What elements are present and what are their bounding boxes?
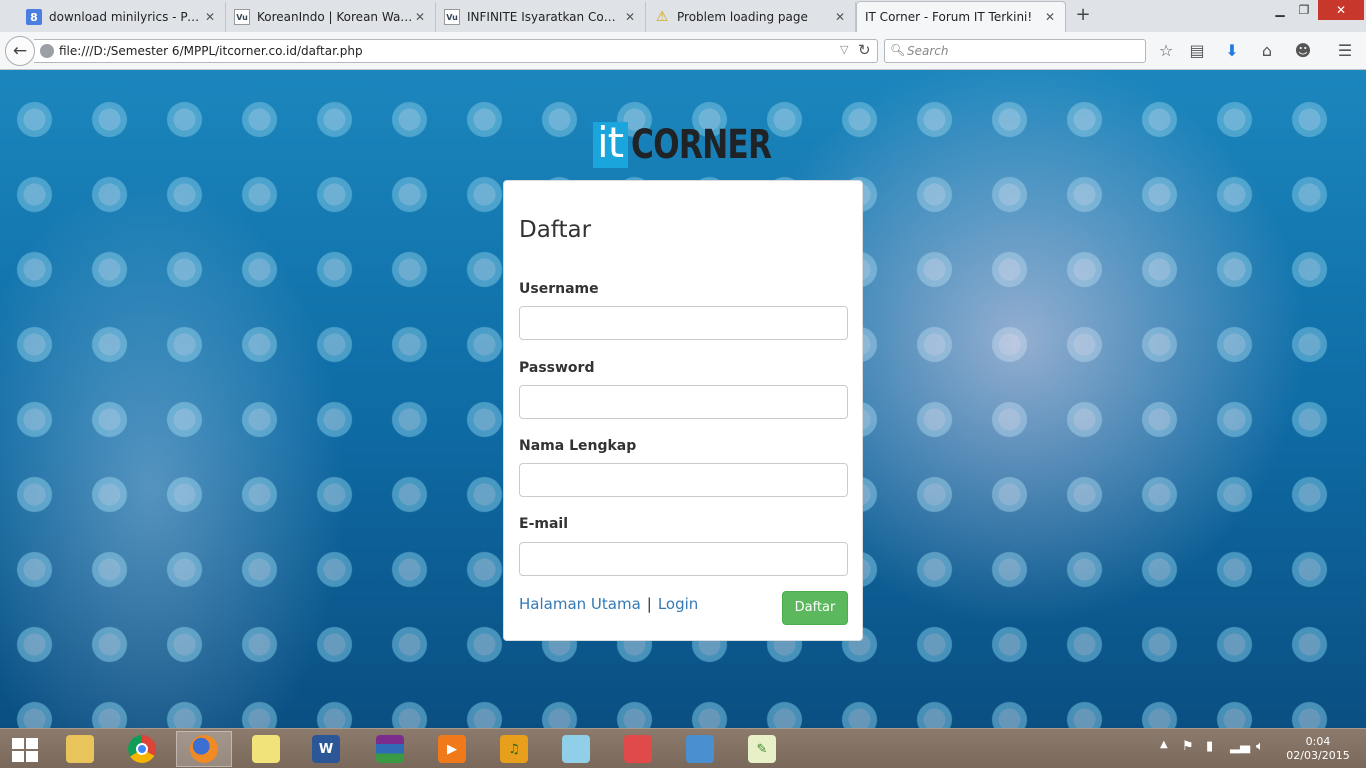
google-g-icon: 8	[26, 9, 42, 25]
password-label: Password	[519, 360, 595, 376]
vu-icon: Vu	[234, 9, 250, 25]
search-input[interactable]	[907, 43, 1137, 59]
close-window-icon[interactable]: ✕	[1318, 0, 1364, 20]
back-arrow-icon: ←	[12, 41, 28, 61]
close-tab-icon[interactable]: ✕	[833, 10, 847, 24]
power-icon[interactable]: ▮	[1206, 739, 1213, 754]
page-background: it CORNER Daftar Username Password Nama …	[0, 70, 1366, 728]
register-form-card: Daftar Username Password Nama Lengkap E-…	[503, 180, 863, 641]
paint-icon[interactable]	[610, 731, 666, 767]
winrar-icon[interactable]	[362, 731, 418, 767]
clock-date: 02/03/2015	[1286, 749, 1350, 762]
windows-start-icon[interactable]	[8, 736, 40, 762]
windows-taskbar: W ▶ ♫ ✎ ▲ ⚑ ▮ ▂▄ 🔈︎ 0:04 02/03/2015	[0, 728, 1366, 768]
reading-list-icon[interactable]: ▤	[1186, 40, 1208, 62]
itcorner-logo[interactable]: it CORNER	[593, 122, 811, 168]
chrome-icon[interactable]	[114, 731, 170, 767]
notepad-icon[interactable]	[548, 731, 604, 767]
downloads-icon[interactable]: ⬇	[1221, 40, 1243, 62]
email-label: E-mail	[519, 516, 569, 532]
firefox-icon[interactable]	[176, 731, 232, 767]
warning-icon: ⚠	[655, 9, 669, 25]
photo-viewer-icon[interactable]	[672, 731, 728, 767]
file-explorer-icon[interactable]	[52, 731, 108, 767]
url-bar[interactable]: file:///D:/Semester 6/MPPL/itcorner.co.i…	[34, 39, 878, 63]
logo-it: it	[593, 122, 629, 168]
fullname-field[interactable]	[519, 463, 848, 497]
browser-tab-strip: 8 download minilyrics - Pen... ✕ Vu Kore…	[0, 0, 1366, 32]
search-bar[interactable]: 🔍︎	[884, 39, 1146, 63]
restore-icon[interactable]: ❐	[1292, 0, 1316, 20]
editor-icon[interactable]: ✎	[734, 731, 790, 767]
link-separator: |	[646, 595, 652, 613]
home-link[interactable]: Halaman Utama	[519, 595, 641, 613]
history-dropdown-icon[interactable]: ▽	[840, 43, 848, 56]
logo-corner: CORNER	[631, 122, 772, 168]
word-icon[interactable]: W	[298, 731, 354, 767]
music-player-icon[interactable]: ♫	[486, 731, 542, 767]
browser-tab[interactable]: ⚠ Problem loading page ✕	[646, 2, 856, 32]
search-icon: 🔍︎	[890, 43, 906, 57]
url-text[interactable]: file:///D:/Semester 6/MPPL/itcorner.co.i…	[59, 44, 363, 58]
menu-icon[interactable]: ☰	[1334, 40, 1356, 62]
login-link[interactable]: Login	[658, 595, 698, 613]
system-clock[interactable]: 0:04 02/03/2015	[1284, 735, 1352, 763]
back-button[interactable]: ←	[5, 36, 35, 66]
close-tab-icon[interactable]: ✕	[413, 10, 427, 24]
new-tab-icon[interactable]: +	[1072, 4, 1094, 26]
close-tab-icon[interactable]: ✕	[203, 10, 217, 24]
email-field[interactable]	[519, 542, 848, 576]
globe-icon	[40, 44, 54, 58]
browser-nav-bar: file:///D:/Semester 6/MPPL/itcorner.co.i…	[0, 32, 1366, 70]
browser-tab[interactable]: Vu INFINITE Isyaratkan Come... ✕	[436, 2, 646, 32]
volume-icon[interactable]: 🔈︎	[1256, 739, 1264, 754]
username-field[interactable]	[519, 306, 848, 340]
tab-title: Problem loading page	[677, 10, 808, 24]
form-links: Halaman Utama | Login	[519, 595, 698, 613]
home-icon[interactable]: ⌂	[1256, 40, 1278, 62]
close-tab-icon[interactable]: ✕	[1043, 10, 1057, 24]
media-player-icon[interactable]: ▶	[424, 731, 480, 767]
username-label: Username	[519, 281, 599, 297]
action-center-flag-icon[interactable]: ⚑	[1182, 739, 1194, 754]
show-hidden-icons-icon[interactable]: ▲	[1160, 739, 1168, 750]
clock-time: 0:04	[1305, 735, 1331, 748]
fullname-label: Nama Lengkap	[519, 438, 637, 454]
chat-icon[interactable]: ☻	[1292, 40, 1314, 62]
browser-tab[interactable]: Vu KoreanIndo | Korean Wave... ✕	[226, 2, 436, 32]
vu-icon: Vu	[444, 9, 460, 25]
tab-title: download minilyrics - Pen...	[49, 10, 203, 24]
tab-title: KoreanIndo | Korean Wave...	[257, 10, 413, 24]
browser-tab[interactable]: 8 download minilyrics - Pen... ✕	[18, 2, 226, 32]
close-tab-icon[interactable]: ✕	[623, 10, 637, 24]
bookmark-star-icon[interactable]: ☆	[1155, 40, 1177, 62]
network-icon[interactable]: ▂▄	[1230, 739, 1250, 754]
sticky-notes-icon[interactable]	[238, 731, 294, 767]
reload-icon[interactable]: ↻	[858, 41, 871, 59]
tab-title: IT Corner - Forum IT Terkini!	[865, 10, 1033, 24]
register-button[interactable]: Daftar	[782, 591, 848, 625]
tab-title: INFINITE Isyaratkan Come...	[467, 10, 623, 24]
form-heading: Daftar	[519, 217, 592, 243]
minimize-icon[interactable]: ▁	[1268, 0, 1292, 20]
password-field[interactable]	[519, 385, 848, 419]
browser-tab-active[interactable]: IT Corner - Forum IT Terkini! ✕	[856, 1, 1066, 32]
